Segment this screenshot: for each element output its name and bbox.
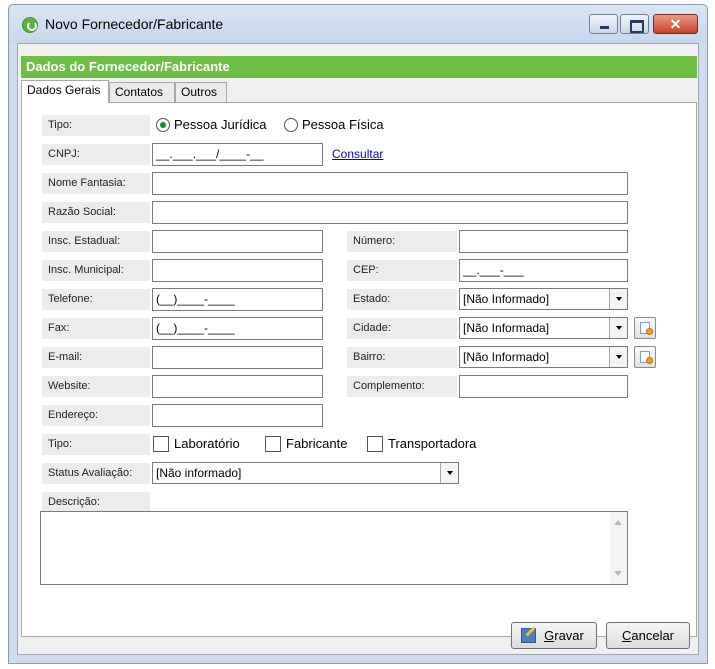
checkbox-transportadora[interactable] bbox=[367, 436, 383, 452]
bairro-label: Bairro: bbox=[347, 347, 457, 368]
consultar-link[interactable]: Consultar bbox=[332, 147, 383, 161]
radio-pessoa-fisica[interactable] bbox=[284, 118, 298, 132]
cancelar-button[interactable]: Cancelar bbox=[606, 622, 690, 649]
status-avaliacao-select[interactable]: [Não informado] bbox=[152, 462, 459, 484]
checkbox-fabricante[interactable] bbox=[265, 436, 281, 452]
app-logo-icon bbox=[22, 17, 38, 33]
razao-social-field[interactable] bbox=[152, 201, 628, 224]
estado-label: Estado: bbox=[347, 289, 457, 310]
complemento-label: Complemento: bbox=[347, 376, 457, 397]
close-button[interactable]: ✕ bbox=[653, 14, 698, 34]
maximize-button[interactable] bbox=[620, 14, 649, 34]
cnpj-field[interactable]: __.___.___/____-__ bbox=[152, 143, 323, 166]
descricao-scrollbar[interactable] bbox=[610, 512, 627, 584]
nome-fantasia-field[interactable] bbox=[152, 172, 628, 195]
estado-select-value: [Não Informado] bbox=[463, 292, 550, 306]
website-label: Website: bbox=[42, 376, 150, 397]
email-field[interactable] bbox=[152, 346, 323, 369]
add-cidade-button[interactable] bbox=[634, 317, 656, 339]
insc-estadual-field[interactable] bbox=[152, 230, 323, 253]
minimize-button[interactable] bbox=[589, 14, 618, 34]
razao-social-label: Razão Social: bbox=[42, 202, 150, 223]
radio-pessoa-juridica[interactable] bbox=[156, 118, 170, 132]
dialog-window: Novo Fornecedor/Fabricante ✕ Dados do Fo… bbox=[8, 4, 708, 664]
fax-label: Fax: bbox=[42, 318, 150, 339]
radio-pessoa-fisica-label[interactable]: Pessoa Física bbox=[302, 117, 384, 132]
descricao-textarea[interactable] bbox=[40, 511, 628, 585]
cep-label: CEP: bbox=[347, 260, 457, 281]
save-icon bbox=[521, 628, 536, 643]
endereco-label: Endereço: bbox=[42, 405, 150, 426]
tab-contatos[interactable]: Contatos bbox=[109, 82, 175, 102]
title-bar[interactable]: Novo Fornecedor/Fabricante ✕ bbox=[9, 5, 707, 43]
numero-label: Número: bbox=[347, 231, 457, 252]
chevron-down-icon[interactable] bbox=[609, 289, 627, 309]
numero-field[interactable] bbox=[459, 230, 628, 253]
chevron-down-icon[interactable] bbox=[609, 318, 627, 338]
telefone-label: Telefone: bbox=[42, 289, 150, 310]
section-header: Dados do Fornecedor/Fabricante bbox=[21, 56, 697, 78]
checkbox-laboratorio[interactable] bbox=[153, 436, 169, 452]
client-area: Dados do Fornecedor/Fabricante Dados Ger… bbox=[17, 43, 699, 655]
add-bairro-button[interactable] bbox=[634, 346, 656, 368]
descricao-label: Descrição: bbox=[42, 492, 150, 513]
checkbox-transportadora-label[interactable]: Transportadora bbox=[388, 436, 476, 451]
estado-select[interactable]: [Não Informado] bbox=[459, 288, 628, 310]
endereco-field[interactable] bbox=[152, 404, 323, 427]
nome-fantasia-label: Nome Fantasia: bbox=[42, 173, 150, 194]
checkbox-fabricante-label[interactable]: Fabricante bbox=[286, 436, 347, 451]
chevron-down-icon[interactable] bbox=[440, 463, 458, 483]
bairro-select-value: [Não Informado] bbox=[463, 350, 550, 364]
status-avaliacao-label: Status Avaliação: bbox=[42, 463, 150, 484]
cidade-select-value: [Não Informada] bbox=[463, 321, 550, 335]
tipo-label: Tipo: bbox=[42, 115, 150, 136]
gravar-button[interactable]: Gravar bbox=[511, 622, 597, 649]
chevron-down-icon[interactable] bbox=[609, 347, 627, 367]
status-avaliacao-value: [Não informado] bbox=[156, 466, 242, 480]
cnpj-label: CNPJ: bbox=[42, 144, 150, 165]
window-title: Novo Fornecedor/Fabricante bbox=[45, 16, 224, 32]
cidade-label: Cidade: bbox=[347, 318, 457, 339]
bairro-select[interactable]: [Não Informado] bbox=[459, 346, 628, 368]
close-icon: ✕ bbox=[669, 16, 682, 32]
tab-outros[interactable]: Outros bbox=[175, 82, 227, 102]
radio-pessoa-juridica-label[interactable]: Pessoa Jurídica bbox=[174, 117, 267, 132]
cidade-select[interactable]: [Não Informada] bbox=[459, 317, 628, 339]
insc-municipal-field[interactable] bbox=[152, 259, 323, 282]
insc-municipal-label: Insc. Municipal: bbox=[42, 260, 150, 281]
add-badge-icon bbox=[646, 328, 653, 335]
tipo-categoria-label: Tipo: bbox=[42, 434, 150, 455]
scroll-down-icon[interactable] bbox=[614, 571, 622, 576]
tab-panel-dados-gerais: Tipo: Pessoa Jurídica Pessoa Física CNPJ… bbox=[21, 102, 697, 637]
scroll-up-icon[interactable] bbox=[614, 520, 622, 525]
website-field[interactable] bbox=[152, 375, 323, 398]
fax-field[interactable]: (__)____-____ bbox=[152, 317, 323, 340]
cep-field[interactable]: __.___-___ bbox=[459, 259, 628, 282]
telefone-field[interactable]: (__)____-____ bbox=[152, 288, 323, 311]
cancelar-label: Cancelar bbox=[621, 628, 675, 643]
complemento-field[interactable] bbox=[459, 375, 628, 398]
email-label: E-mail: bbox=[42, 347, 150, 368]
add-badge-icon bbox=[646, 357, 653, 364]
tab-dados-gerais[interactable]: Dados Gerais bbox=[21, 80, 109, 103]
insc-estadual-label: Insc. Estadual: bbox=[42, 231, 150, 252]
checkbox-laboratorio-label[interactable]: Laboratório bbox=[174, 436, 240, 451]
